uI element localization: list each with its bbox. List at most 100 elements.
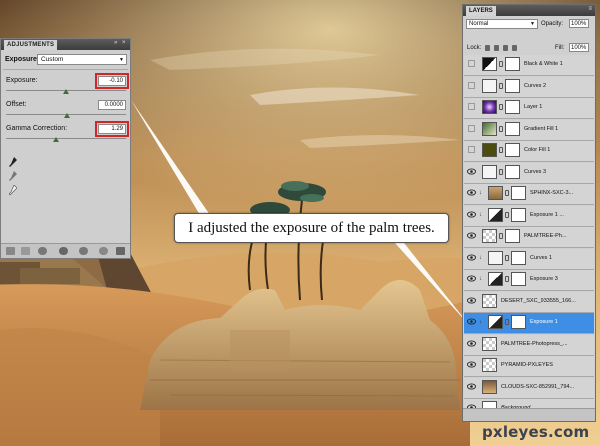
eye-icon[interactable] xyxy=(467,232,476,239)
chain-link-icon[interactable] xyxy=(499,125,503,132)
chain-link-icon[interactable] xyxy=(505,276,509,282)
eye-icon[interactable] xyxy=(467,167,476,175)
visibility-icon[interactable] xyxy=(59,247,68,255)
visibility-toggle-icon[interactable] xyxy=(468,81,475,89)
layer-mask-thumbnail[interactable] xyxy=(505,121,520,136)
eye-icon[interactable] xyxy=(467,210,476,218)
layer-mask-thumbnail[interactable] xyxy=(511,250,526,265)
layers-tab[interactable]: LAYERS xyxy=(466,6,496,16)
gamma-slider[interactable] xyxy=(6,137,126,142)
slider-knob[interactable] xyxy=(53,137,59,142)
eyedropper-white-icon[interactable] xyxy=(9,185,17,196)
layer-thumbnail[interactable] xyxy=(488,315,503,329)
layer-thumbnail[interactable] xyxy=(482,293,497,308)
chain-link-icon[interactable] xyxy=(505,254,509,261)
layer-mask-thumbnail[interactable] xyxy=(505,164,520,179)
visibility-toggle-icon[interactable] xyxy=(468,60,475,67)
layer-row[interactable]: PYRAMID-PXLEYES xyxy=(464,356,594,377)
chain-link-icon[interactable] xyxy=(505,211,509,218)
layer-thumbnail[interactable] xyxy=(482,78,497,93)
offset-input[interactable]: 0.0000 xyxy=(98,100,126,110)
slider-knob[interactable] xyxy=(63,89,69,94)
layer-mask-thumbnail[interactable] xyxy=(511,272,526,286)
visibility-toggle-icon[interactable] xyxy=(468,146,475,153)
layer-thumbnail[interactable] xyxy=(488,186,503,200)
layer-row[interactable]: Gradient Fill 1 xyxy=(464,119,594,141)
chain-link-icon[interactable] xyxy=(505,319,509,325)
reset-icon[interactable] xyxy=(99,247,108,255)
layer-thumbnail[interactable] xyxy=(482,143,497,157)
layer-mask-thumbnail[interactable] xyxy=(511,315,526,329)
previous-state-icon[interactable] xyxy=(79,247,88,255)
preset-dropdown[interactable]: Custom ▼ xyxy=(37,54,127,65)
adjustments-titlebar[interactable]: ADJUSTMENTS » × xyxy=(1,39,130,50)
layer-row[interactable]: ↓ Exposure 1 xyxy=(464,313,594,334)
slider-knob[interactable] xyxy=(64,113,70,118)
layer-thumbnail[interactable] xyxy=(488,250,503,265)
lock-pixels-icon[interactable] xyxy=(494,45,499,51)
delete-icon[interactable] xyxy=(116,247,125,255)
layer-thumbnail[interactable] xyxy=(482,164,497,179)
layer-row[interactable]: Color Fill 1 xyxy=(464,141,594,162)
layer-row[interactable]: ↓ Exposure 1 ... xyxy=(464,205,594,227)
opacity-input[interactable]: 100% xyxy=(569,19,589,28)
eye-icon[interactable] xyxy=(467,318,476,325)
eye-icon[interactable] xyxy=(467,275,476,282)
eyedropper-black-icon[interactable] xyxy=(9,157,17,168)
exposure-input[interactable]: -0.10 xyxy=(95,73,129,89)
layer-thumbnail[interactable] xyxy=(482,100,497,114)
layer-thumbnail[interactable] xyxy=(482,229,497,243)
lock-all-icon[interactable] xyxy=(512,45,517,51)
layer-mask-thumbnail[interactable] xyxy=(505,57,520,71)
panel-menu-icon[interactable]: ≡ xyxy=(588,6,592,12)
panel-view-icon[interactable] xyxy=(21,247,30,255)
chain-link-icon[interactable] xyxy=(499,168,503,175)
back-arrow-icon[interactable] xyxy=(6,247,15,255)
eye-icon[interactable] xyxy=(467,361,476,368)
close-icon[interactable]: × xyxy=(122,40,128,46)
clip-icon[interactable] xyxy=(38,247,47,255)
eye-icon[interactable] xyxy=(467,253,476,261)
layer-thumbnail[interactable] xyxy=(482,57,497,71)
layer-mask-thumbnail[interactable] xyxy=(511,207,526,222)
layer-mask-thumbnail[interactable] xyxy=(505,100,520,114)
chain-link-icon[interactable] xyxy=(505,190,509,196)
layer-row[interactable]: ↓ SPHINX-SXC-3... xyxy=(464,184,594,205)
layer-row[interactable]: Curves 2 xyxy=(464,76,594,98)
layer-row[interactable]: ↓ Exposure 3 xyxy=(464,270,594,291)
eye-icon[interactable] xyxy=(467,189,476,196)
visibility-toggle-icon[interactable] xyxy=(468,103,475,110)
exposure-slider[interactable] xyxy=(6,89,126,94)
layer-row[interactable]: DESERT_SXC_933555_166... xyxy=(464,291,594,313)
chain-link-icon[interactable] xyxy=(499,147,503,153)
layers-titlebar[interactable]: LAYERS ≡ xyxy=(463,5,595,16)
fill-input[interactable]: 100% xyxy=(569,43,589,52)
layer-thumbnail[interactable] xyxy=(488,207,503,222)
layer-thumbnail[interactable] xyxy=(482,336,497,351)
offset-slider[interactable] xyxy=(6,113,126,118)
eye-icon[interactable] xyxy=(467,296,476,304)
layer-row[interactable]: CLOUDS-SXC-852991_794... xyxy=(464,377,594,399)
layer-row[interactable]: Black & White 1 xyxy=(464,55,594,76)
lock-transparency-icon[interactable] xyxy=(485,45,490,51)
layer-thumbnail[interactable] xyxy=(482,379,497,394)
adjustments-tab[interactable]: ADJUSTMENTS xyxy=(4,40,58,50)
layer-thumbnail[interactable] xyxy=(482,358,497,372)
layer-row[interactable]: Curves 3 xyxy=(464,162,594,184)
layer-row[interactable]: Layer 1 xyxy=(464,98,594,119)
lock-position-icon[interactable] xyxy=(503,45,508,51)
gamma-input[interactable]: 1.29 xyxy=(95,121,129,137)
layer-mask-thumbnail[interactable] xyxy=(505,143,520,157)
layer-row[interactable]: PALMTREE-Photopress_... xyxy=(464,334,594,356)
layer-mask-thumbnail[interactable] xyxy=(505,78,520,93)
eye-icon[interactable] xyxy=(467,382,476,390)
layer-thumbnail[interactable] xyxy=(488,272,503,286)
collapse-icon[interactable]: » xyxy=(114,40,120,46)
blend-mode-dropdown[interactable]: Normal ▼ xyxy=(466,19,538,29)
layer-row[interactable]: PALMTREE-Ph... xyxy=(464,227,594,248)
chain-link-icon[interactable] xyxy=(499,61,503,67)
chain-link-icon[interactable] xyxy=(499,104,503,110)
layer-mask-thumbnail[interactable] xyxy=(511,186,526,200)
layer-mask-thumbnail[interactable] xyxy=(505,229,520,243)
eye-icon[interactable] xyxy=(467,339,476,347)
